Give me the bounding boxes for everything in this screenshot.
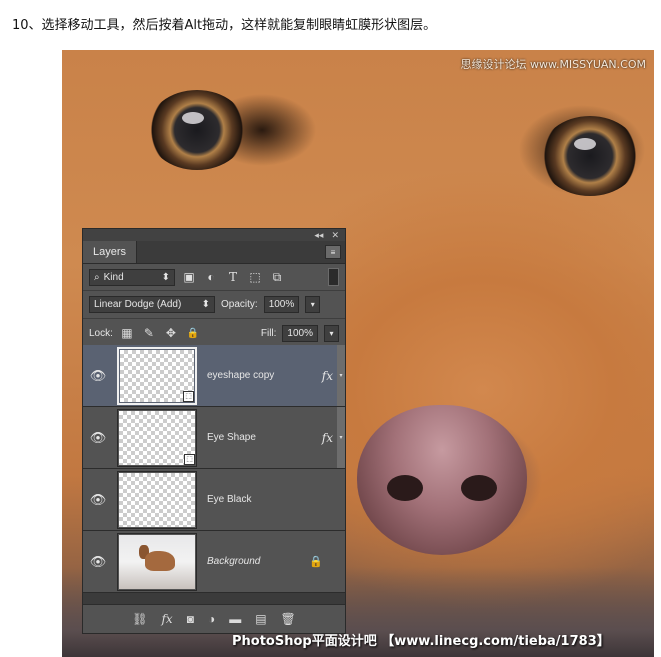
lock-transparent-icon[interactable]: ▦ bbox=[119, 325, 135, 341]
opacity-label: Opacity: bbox=[221, 299, 258, 310]
fill-dropdown-icon[interactable]: ▾ bbox=[324, 324, 339, 342]
layers-list: 👁 ⬚ eyeshape copy fx ▾ 👁 ⬚ Eye Shape fx … bbox=[83, 345, 345, 605]
left-nostril bbox=[387, 475, 423, 501]
visibility-eye-icon[interactable]: 👁 bbox=[83, 368, 113, 384]
fx-icon[interactable]: fx bbox=[161, 612, 172, 626]
collapse-panel-icon[interactable]: ◂◂ bbox=[314, 230, 323, 241]
fill-label: Fill: bbox=[260, 327, 277, 339]
dog-right-eye bbox=[540, 116, 640, 196]
panel-tab-bar: Layers ≡ bbox=[83, 241, 345, 264]
lock-all-icon[interactable]: 🔒 bbox=[185, 325, 201, 341]
blend-mode-select[interactable]: Linear Dodge (Add) ⬍ bbox=[89, 296, 215, 313]
watermark-top: 思缘设计论坛 www.MISSYUAN.COM bbox=[460, 58, 646, 71]
lock-row: Lock: ▦ ✎ ✥ 🔒 Fill: 100% ▾ bbox=[83, 319, 345, 348]
lock-pixels-icon[interactable]: ✎ bbox=[141, 325, 157, 341]
layer-thumbnail: ⬚ bbox=[117, 408, 197, 467]
panel-menu-icon[interactable]: ≡ bbox=[325, 245, 341, 259]
transparent-thumbnail bbox=[119, 472, 195, 527]
layer-row-eyeshape-copy[interactable]: 👁 ⬚ eyeshape copy fx ▾ bbox=[83, 345, 345, 407]
layer-thumbnail: ⬚ bbox=[117, 346, 197, 405]
left-eye-glint bbox=[182, 112, 204, 124]
layer-row-eye-shape[interactable]: 👁 ⬚ Eye Shape fx ▾ bbox=[83, 407, 345, 469]
layer-name: Eye Black bbox=[207, 494, 252, 505]
layer-thumbnail bbox=[117, 470, 197, 529]
new-layer-icon[interactable]: ▤ bbox=[255, 612, 266, 626]
dog-photo-thumbnail bbox=[119, 534, 195, 589]
smart-object-filter-icon[interactable]: ⧉ bbox=[269, 269, 285, 285]
search-icon: ⌕ bbox=[94, 271, 100, 283]
tutorial-caption: 10、选择移动工具，然后按着Alt拖动，这样就能复制眼睛虹膜形状图层。 bbox=[12, 18, 437, 33]
link-layers-icon[interactable]: ⛓ bbox=[132, 612, 147, 626]
lock-label: Lock: bbox=[89, 327, 113, 339]
new-group-icon[interactable]: ▬ bbox=[229, 612, 241, 626]
right-eye-glint bbox=[574, 138, 596, 150]
layer-fx-icon[interactable]: fx bbox=[322, 431, 333, 445]
delete-layer-icon[interactable]: 🗑 bbox=[281, 612, 296, 626]
new-adjustment-icon[interactable]: ◑ bbox=[208, 612, 215, 626]
shape-filter-icon[interactable]: ⬚ bbox=[247, 269, 263, 285]
smart-object-badge-icon: ⬚ bbox=[184, 453, 195, 465]
layer-lock-icon: 🔒 bbox=[309, 556, 323, 568]
layer-name: Eye Shape bbox=[207, 432, 256, 443]
adjustment-filter-icon[interactable]: ◐ bbox=[203, 269, 219, 285]
effects-expand-icon[interactable]: ▾ bbox=[337, 407, 345, 468]
visibility-eye-icon[interactable]: 👁 bbox=[83, 430, 113, 446]
tab-layers[interactable]: Layers bbox=[83, 241, 138, 263]
panel-top-strip: ◂◂ ✕ bbox=[83, 229, 345, 241]
smart-object-badge-icon: ⬚ bbox=[183, 390, 194, 402]
layer-name: eyeshape copy bbox=[207, 370, 275, 381]
filter-kind-select[interactable]: ⌕ Kind ⬍ bbox=[89, 268, 175, 286]
dog-nose bbox=[357, 405, 527, 555]
image-filter-icon[interactable]: ▣ bbox=[181, 269, 197, 285]
filter-kind-label: Kind bbox=[103, 271, 124, 283]
dropdown-arrows-icon: ⬍ bbox=[161, 271, 170, 283]
fill-input[interactable]: 100% bbox=[282, 324, 318, 342]
opacity-input[interactable]: 100% bbox=[263, 296, 300, 313]
visibility-eye-icon[interactable]: 👁 bbox=[83, 554, 113, 570]
close-panel-icon[interactable]: ✕ bbox=[331, 230, 339, 241]
opacity-dropdown-icon[interactable]: ▾ bbox=[305, 296, 321, 313]
lock-position-icon[interactable]: ✥ bbox=[163, 325, 179, 341]
type-filter-icon[interactable]: T bbox=[225, 269, 241, 285]
dog-left-eye bbox=[147, 90, 247, 170]
panel-footer: ⛓ fx ◙ ◑ ▬ ▤ 🗑 bbox=[83, 604, 345, 633]
effects-expand-icon[interactable]: ▾ bbox=[337, 345, 345, 406]
blend-mode-value: Linear Dodge (Add) bbox=[94, 299, 182, 310]
layers-panel: ◂◂ ✕ Layers ≡ ⌕ Kind ⬍ ▣ ◐ T ⬚ ⧉ Linear … bbox=[82, 228, 346, 634]
filter-row: ⌕ Kind ⬍ ▣ ◐ T ⬚ ⧉ bbox=[83, 264, 345, 291]
layer-name: Background bbox=[207, 556, 261, 567]
dog-body-shape bbox=[145, 550, 175, 571]
right-nostril bbox=[461, 475, 497, 501]
add-mask-icon[interactable]: ◙ bbox=[187, 612, 194, 626]
layer-thumbnail bbox=[117, 532, 197, 591]
dropdown-arrows-icon: ⬍ bbox=[201, 299, 210, 310]
filter-toggle[interactable] bbox=[328, 268, 339, 286]
layer-row-background[interactable]: 👁 Background 🔒 bbox=[83, 531, 345, 593]
blend-row: Linear Dodge (Add) ⬍ Opacity: 100% ▾ bbox=[83, 291, 345, 319]
layer-row-eye-black[interactable]: 👁 Eye Black bbox=[83, 469, 345, 531]
visibility-eye-icon[interactable]: 👁 bbox=[83, 492, 113, 508]
layer-fx-icon[interactable]: fx bbox=[322, 369, 333, 383]
